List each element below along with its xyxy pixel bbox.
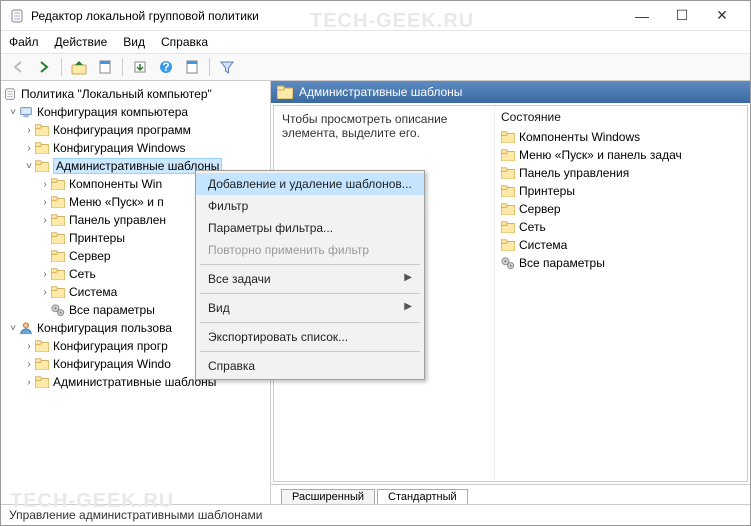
list-item[interactable]: Система [501, 236, 741, 254]
export-button[interactable] [129, 57, 151, 77]
tree-computer-config[interactable]: ˅Конфигурация компьютера [3, 103, 270, 121]
ctx-help[interactable]: Справка [196, 355, 424, 377]
ctx-export-list[interactable]: Экспортировать список... [196, 326, 424, 348]
menu-bar: Файл Действие Вид Справка [1, 31, 750, 54]
menu-help[interactable]: Справка [161, 35, 208, 49]
forward-button[interactable] [33, 57, 55, 77]
context-menu: Добавление и удаление шаблонов... Фильтр… [195, 170, 425, 380]
tree-item[interactable]: ›Конфигурация программ [3, 121, 270, 139]
ctx-reapply-filter: Повторно применить фильтр [196, 239, 424, 261]
tree-root[interactable]: Политика "Локальный компьютер" [3, 85, 270, 103]
view-tabs: Расширенный Стандартный [271, 484, 750, 504]
tab-extended[interactable]: Расширенный [281, 489, 375, 504]
properties-button[interactable] [94, 57, 116, 77]
window-title: Редактор локальной групповой политики [31, 9, 622, 23]
details-header: Административные шаблоны [271, 81, 750, 103]
list-pane: Состояние Компоненты Windows Меню «Пуск»… [494, 106, 747, 481]
list-item[interactable]: Сервер [501, 200, 741, 218]
menu-view[interactable]: Вид [123, 35, 145, 49]
menu-file[interactable]: Файл [9, 35, 39, 49]
column-header-state[interactable]: Состояние [501, 110, 741, 124]
maximize-button[interactable]: ☐ [662, 7, 702, 24]
ctx-filter-params[interactable]: Параметры фильтра... [196, 217, 424, 239]
close-button[interactable]: ✕ [702, 7, 742, 24]
back-button[interactable] [7, 57, 29, 77]
ctx-view[interactable]: Вид▶ [196, 297, 424, 319]
list-item[interactable]: Компоненты Windows [501, 128, 741, 146]
chevron-right-icon: ▶ [404, 301, 412, 315]
ctx-all-tasks[interactable]: Все задачи▶ [196, 268, 424, 290]
list-item[interactable]: Принтеры [501, 182, 741, 200]
app-icon [9, 8, 25, 24]
list-item[interactable]: Меню «Пуск» и панель задач [501, 146, 741, 164]
title-bar: Редактор локальной групповой политики — … [1, 1, 750, 31]
filter-button[interactable] [216, 57, 238, 77]
status-bar: Управление административными шаблонами [1, 504, 750, 525]
minimize-button[interactable]: — [622, 8, 662, 24]
refresh-button[interactable] [181, 57, 203, 77]
details-title: Административные шаблоны [299, 85, 462, 99]
up-button[interactable] [68, 57, 90, 77]
chevron-right-icon: ▶ [404, 272, 412, 286]
description-text: Чтобы просмотреть описание элемента, выд… [282, 112, 447, 140]
ctx-add-remove-templates[interactable]: Добавление и удаление шаблонов... [196, 173, 424, 195]
list-item[interactable]: Панель управления [501, 164, 741, 182]
tab-standard[interactable]: Стандартный [377, 489, 468, 504]
list-item[interactable]: Все параметры [501, 254, 741, 272]
help-button[interactable] [155, 57, 177, 77]
toolbar [1, 54, 750, 81]
tree-item[interactable]: ›Конфигурация Windows [3, 139, 270, 157]
ctx-filter[interactable]: Фильтр [196, 195, 424, 217]
menu-action[interactable]: Действие [55, 35, 108, 49]
list-item[interactable]: Сеть [501, 218, 741, 236]
